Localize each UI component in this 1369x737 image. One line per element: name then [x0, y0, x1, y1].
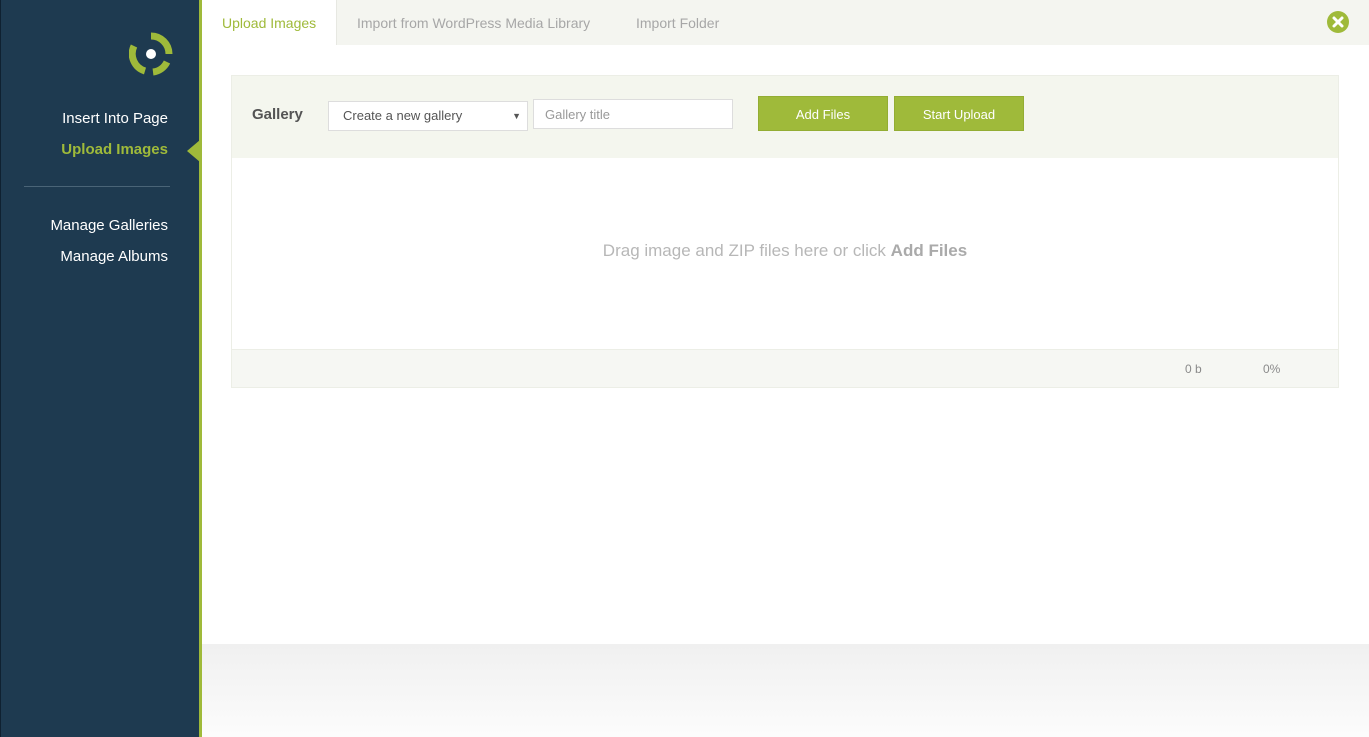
sidebar-item-upload-images[interactable]: Upload Images	[61, 134, 168, 165]
tab-upload-images[interactable]: Upload Images	[202, 0, 338, 45]
tab-import-folder[interactable]: Import Folder	[616, 0, 739, 45]
gallery-title-input[interactable]	[533, 99, 733, 129]
add-files-button[interactable]: Add Files	[758, 96, 888, 131]
sidebar: Insert Into Page Upload Images Manage Ga…	[0, 0, 200, 737]
sidebar-nav-top: Insert Into Page Upload Images	[61, 103, 168, 165]
nextgen-gallery-logo-icon	[128, 32, 173, 76]
tab-bar: Upload Images Import from WordPress Medi…	[202, 0, 1369, 45]
start-upload-button[interactable]: Start Upload	[894, 96, 1024, 131]
close-icon[interactable]	[1327, 11, 1349, 33]
gallery-select-value: Create a new gallery	[343, 108, 463, 123]
upload-total-size: 0 b	[1185, 362, 1202, 376]
gallery-select[interactable]: Create a new gallery ▼	[328, 101, 528, 131]
sidebar-divider	[24, 186, 170, 187]
drop-zone-text: Drag image and ZIP files here or click A…	[232, 241, 1338, 261]
sidebar-nav-bottom: Manage Galleries Manage Albums	[50, 210, 168, 272]
drop-zone-add-files-link[interactable]: Add Files	[891, 241, 968, 260]
upload-panel: Gallery Create a new gallery ▼ Add Files…	[231, 75, 1339, 388]
caret-down-icon: ▼	[512, 111, 521, 121]
tab-import-wordpress-media-library[interactable]: Import from WordPress Media Library	[337, 0, 610, 45]
sidebar-item-insert-into-page[interactable]: Insert Into Page	[61, 103, 168, 134]
upload-progress-percent: 0%	[1263, 362, 1281, 376]
drop-zone[interactable]: Drag image and ZIP files here or click A…	[232, 158, 1338, 349]
upload-form-bar: Gallery Create a new gallery ▼ Add Files…	[232, 76, 1338, 158]
sidebar-item-manage-galleries[interactable]: Manage Galleries	[50, 210, 168, 241]
footer-area	[202, 644, 1369, 737]
sidebar-item-manage-albums[interactable]: Manage Albums	[50, 241, 168, 272]
upload-status-bar: 0 b 0%	[232, 349, 1338, 387]
gallery-label: Gallery	[252, 106, 303, 123]
drop-zone-instruction: Drag image and ZIP files here or click	[602, 241, 886, 260]
sidebar-accent-border	[199, 0, 202, 737]
